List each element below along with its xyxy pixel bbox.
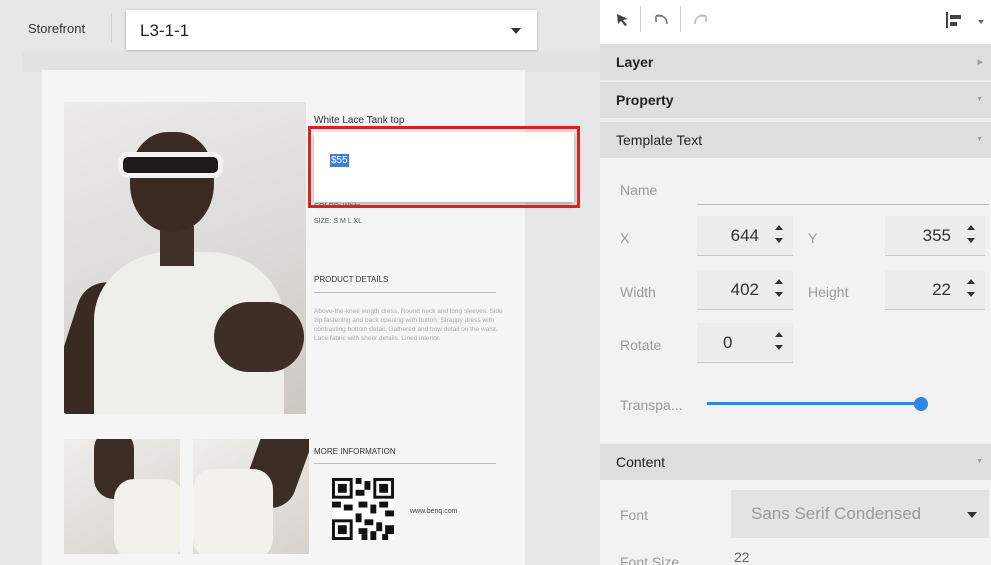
x-value: 644 xyxy=(730,226,759,245)
align-left-icon[interactable] xyxy=(945,11,963,29)
height-stepper[interactable]: 22 xyxy=(885,270,985,310)
stepper-arrows-icon[interactable] xyxy=(967,277,975,299)
section-content[interactable]: Content ▼ xyxy=(600,444,991,480)
pointer-icon[interactable] xyxy=(615,12,631,28)
undo-icon[interactable] xyxy=(652,12,670,28)
photo-shape xyxy=(214,302,304,372)
qr-code-icon[interactable] xyxy=(330,478,396,540)
section-property[interactable]: Property ▼ xyxy=(600,82,991,118)
product-title[interactable]: White Lace Tank top xyxy=(314,115,404,126)
section-layer-label: Layer xyxy=(616,54,654,70)
redo-icon[interactable] xyxy=(692,12,710,28)
width-stepper[interactable]: 402 xyxy=(697,270,793,310)
font-select-value: Sans Serif Condensed xyxy=(751,504,922,523)
height-value: 22 xyxy=(932,280,951,299)
font-label: Font xyxy=(620,507,649,523)
canvas-top-band xyxy=(22,52,607,72)
photo-shape xyxy=(118,152,223,178)
store-label: Storefront xyxy=(28,21,86,36)
rotate-stepper[interactable]: 0 xyxy=(697,323,793,363)
stepper-arrows-icon[interactable] xyxy=(775,277,783,299)
template-select-value: L3-1-1 xyxy=(140,21,190,40)
rotate-label: Rotate xyxy=(620,337,662,353)
y-label: Y xyxy=(808,230,818,246)
chevron-down-icon: ▼ xyxy=(976,458,983,465)
photo-shape xyxy=(160,226,194,266)
transparency-slider[interactable] xyxy=(707,402,921,405)
product-thumb-1[interactable] xyxy=(64,439,180,554)
section-layer[interactable]: Layer ▶ xyxy=(600,44,991,80)
width-value: 402 xyxy=(730,280,759,299)
font-select[interactable]: Sans Serif Condensed xyxy=(731,490,989,538)
divider xyxy=(314,463,496,464)
details-title[interactable]: PRODUCT DETAILS xyxy=(314,275,388,284)
y-stepper[interactable]: 355 xyxy=(885,216,985,256)
chevron-down-icon: ▼ xyxy=(976,136,983,143)
stepper-arrows-icon[interactable] xyxy=(775,223,783,245)
section-template-text[interactable]: Template Text ▼ xyxy=(600,122,991,158)
product-size[interactable]: SIZE: S M L XL xyxy=(314,218,362,225)
panel-toolbar xyxy=(600,0,991,44)
name-field[interactable] xyxy=(697,204,989,205)
more-info-title[interactable]: MORE INFORMATION xyxy=(314,447,396,456)
chevron-down-icon xyxy=(511,28,521,34)
chevron-down-icon[interactable] xyxy=(978,20,984,24)
x-label: X xyxy=(620,230,630,246)
transparency-slider-handle[interactable] xyxy=(914,397,928,411)
section-template-text-label: Template Text xyxy=(616,132,703,148)
y-value: 355 xyxy=(922,226,951,245)
font-size-value[interactable]: 22 xyxy=(734,549,750,565)
website-url[interactable]: www.benq.com xyxy=(410,508,457,515)
chevron-down-icon xyxy=(967,512,977,518)
transparency-label: Transpa... xyxy=(620,397,683,413)
price-text[interactable]: $55 xyxy=(330,154,349,167)
rotate-value: 0 xyxy=(723,333,733,352)
photo-shape xyxy=(114,479,180,554)
section-content-label: Content xyxy=(616,454,666,470)
template-select[interactable]: L3-1-1 xyxy=(126,10,537,50)
stepper-arrows-icon[interactable] xyxy=(967,223,975,245)
product-thumb-2[interactable] xyxy=(193,439,309,554)
name-label: Name xyxy=(620,182,658,198)
product-photo-main[interactable] xyxy=(64,102,306,414)
photo-shape xyxy=(193,469,273,554)
stepper-arrows-icon[interactable] xyxy=(775,330,783,352)
divider xyxy=(314,292,496,293)
height-label: Height xyxy=(808,284,849,300)
font-size-label: Font Size xyxy=(620,554,680,565)
x-stepper[interactable]: 644 xyxy=(697,216,793,256)
selection-highlight xyxy=(308,126,580,208)
details-text[interactable]: Above-the-knee length dress. Round neck … xyxy=(314,307,504,343)
photo-shape xyxy=(130,132,214,232)
chevron-down-icon: ▼ xyxy=(976,96,983,103)
chevron-right-icon: ▶ xyxy=(977,59,983,66)
header-divider xyxy=(111,13,112,43)
toolbar-divider xyxy=(680,6,681,32)
toolbar-divider xyxy=(640,6,641,32)
section-property-label: Property xyxy=(616,92,674,108)
width-label: Width xyxy=(620,284,656,300)
